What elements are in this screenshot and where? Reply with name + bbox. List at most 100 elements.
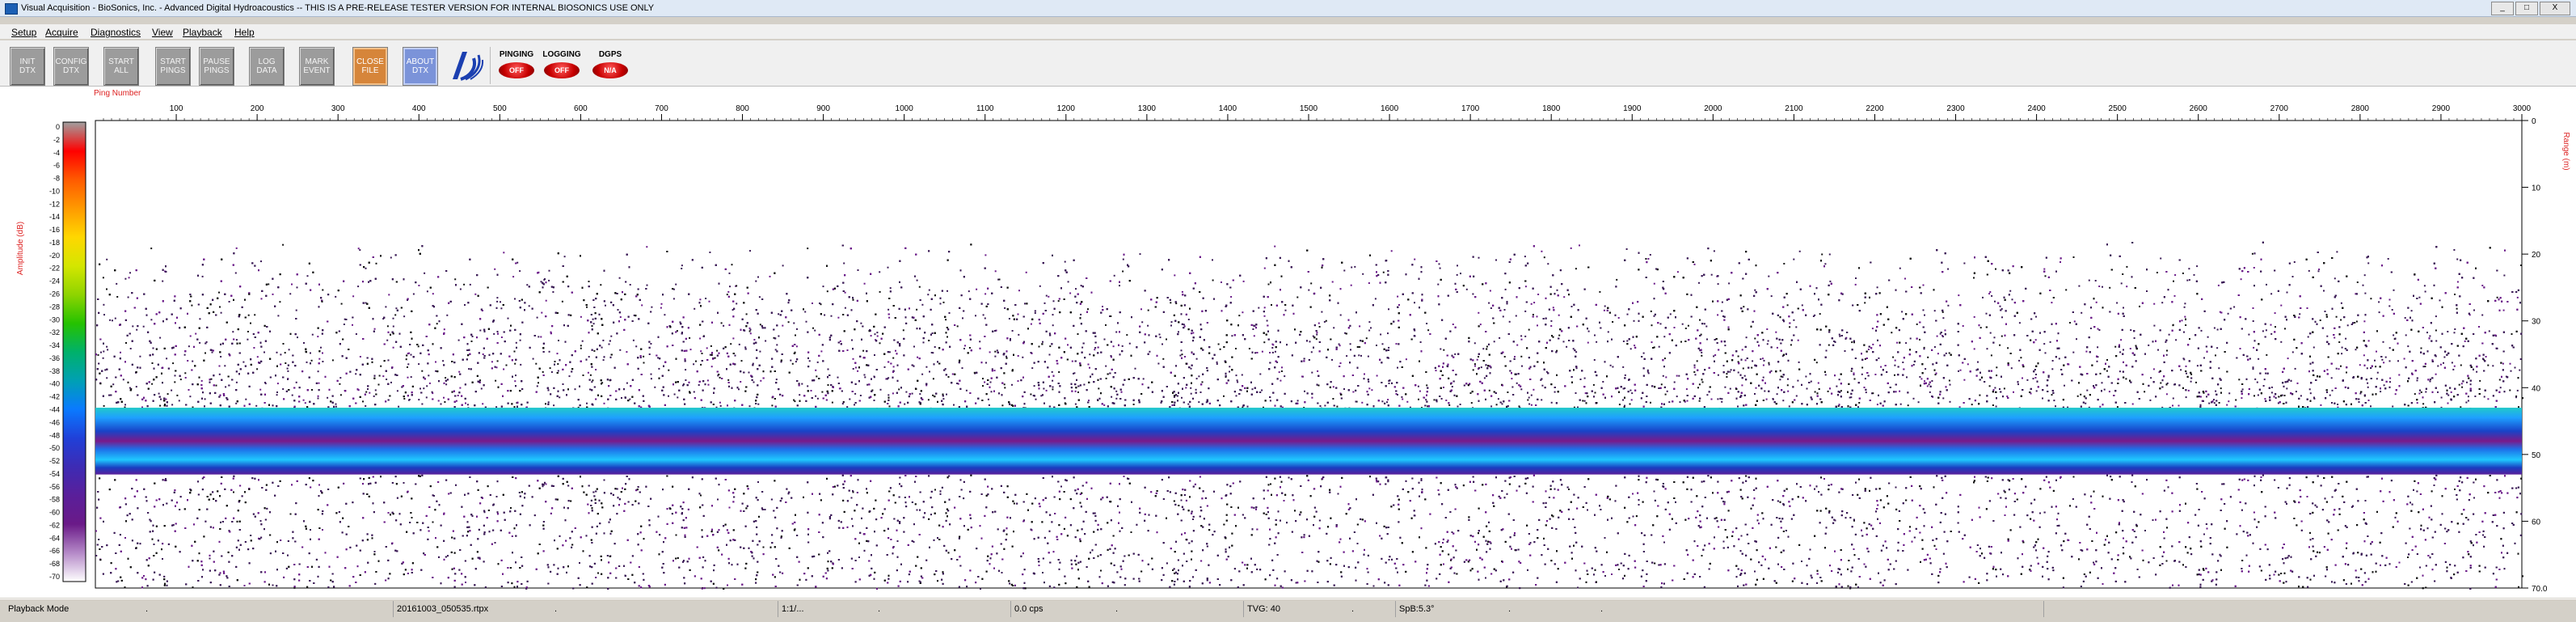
noise-dot [1894, 365, 1895, 366]
pinging-indicator[interactable]: PINGING OFF [496, 47, 537, 86]
noise-dot [1585, 392, 1587, 394]
close-file-button[interactable]: CLOSEFILE [352, 47, 388, 86]
noise-dot [1963, 263, 1965, 264]
noise-dot [2125, 378, 2127, 379]
noise-dot [776, 344, 778, 345]
start-all-button[interactable]: STARTALL [103, 47, 139, 86]
noise-dot [879, 342, 881, 344]
noise-dot [124, 404, 126, 405]
noise-dot [828, 369, 829, 370]
noise-dot [1701, 355, 1702, 357]
dgps-indicator[interactable]: DGPS N/A [590, 47, 630, 86]
noise-dot [1626, 248, 1628, 250]
menu-playback[interactable]: Playback [183, 27, 222, 38]
noise-dot [932, 395, 934, 396]
noise-dot [2389, 381, 2391, 383]
noise-dot [695, 361, 697, 362]
noise-dot [143, 326, 145, 328]
noise-dot [365, 405, 366, 407]
noise-dot [862, 350, 864, 352]
noise-dot [1767, 343, 1769, 345]
amplitude-tick-label: -64 [49, 534, 60, 542]
init-dtx-button[interactable]: INITDTX [10, 47, 45, 86]
noise-dot [2388, 305, 2390, 307]
noise-dot [365, 268, 367, 269]
noise-dot [129, 387, 131, 389]
biosonics-logo-icon[interactable] [446, 47, 485, 84]
menu-help[interactable]: Help [234, 27, 255, 38]
noise-dot [888, 317, 890, 319]
menu-diagnostics[interactable]: Diagnostics [91, 27, 141, 38]
noise-dot [254, 314, 255, 315]
start-pings-button[interactable]: STARTPINGS [155, 47, 191, 86]
noise-dot [2098, 286, 2100, 287]
noise-dot [2464, 341, 2466, 342]
noise-dot [1324, 321, 1326, 323]
noise-dot [2404, 358, 2405, 360]
noise-dot [130, 348, 132, 349]
minimize-button[interactable]: _ [2491, 2, 2514, 15]
noise-dot [1558, 315, 1560, 316]
noise-dot [541, 312, 542, 314]
about-dtx-button[interactable]: ABOUTDTX [403, 47, 438, 86]
noise-dot [2499, 379, 2501, 381]
noise-dot [1718, 283, 1719, 285]
noise-dot [1104, 339, 1106, 341]
noise-dot [1035, 312, 1036, 314]
noise-dot [2104, 389, 2106, 391]
menu-acquire[interactable]: Acquire [45, 27, 78, 38]
noise-dot [184, 372, 186, 374]
noise-dot [1533, 389, 1534, 391]
noise-dot [1081, 285, 1082, 286]
noise-dot [1324, 405, 1326, 407]
noise-dot [2214, 328, 2216, 329]
noise-dot [1111, 355, 1112, 357]
noise-dot [496, 366, 498, 368]
noise-dot [2119, 351, 2121, 353]
noise-dot [2511, 370, 2512, 372]
config-dtx-button[interactable]: CONFIGDTX [53, 47, 89, 86]
noise-dot [1097, 399, 1098, 400]
noise-dot [2347, 324, 2349, 326]
noise-dot [2144, 391, 2145, 392]
noise-dot [403, 398, 405, 400]
noise-dot [1122, 271, 1124, 273]
noise-dot [2184, 307, 2186, 308]
noise-dot [1798, 362, 1800, 363]
noise-dot [816, 375, 817, 377]
menu-view[interactable]: View [152, 27, 173, 38]
noise-dot [699, 298, 701, 300]
noise-dot [1602, 381, 1604, 383]
noise-dot [1593, 384, 1595, 386]
log-data-button[interactable]: LOGDATA [249, 47, 285, 86]
menu-setup[interactable]: Setup [11, 27, 36, 38]
noise-dot [1336, 406, 1338, 408]
pause-pings-button[interactable]: PAUSEPINGS [199, 47, 234, 86]
noise-dot [2435, 330, 2437, 332]
noise-dot [807, 248, 808, 249]
close-button[interactable]: X [2540, 2, 2570, 15]
noise-dot [445, 383, 447, 385]
mark-event-button[interactable]: MARKEVENT [299, 47, 335, 86]
noise-dot [388, 294, 390, 295]
noise-dot [1989, 385, 1991, 387]
noise-dot [651, 307, 652, 308]
noise-dot [1018, 290, 1020, 291]
noise-dot [991, 391, 993, 392]
noise-dot [657, 357, 659, 358]
echogram-chart[interactable]: 0-2-4-6-8-10-12-14-16-18-20-22-24-26-28-… [0, 87, 2576, 598]
noise-dot [1558, 335, 1560, 336]
noise-dot [2184, 303, 2186, 304]
noise-dot [1368, 321, 1370, 323]
maximize-button[interactable]: □ [2515, 2, 2538, 15]
logging-indicator[interactable]: LOGGING OFF [542, 47, 582, 86]
noise-dot [815, 370, 816, 371]
noise-dot [1942, 311, 1944, 313]
noise-dot [312, 334, 314, 336]
noise-dot [201, 380, 203, 382]
noise-dot [259, 389, 261, 391]
noise-dot [1764, 360, 1765, 362]
noise-dot [2356, 321, 2358, 323]
noise-dot [2435, 315, 2437, 317]
noise-dot [710, 345, 712, 347]
